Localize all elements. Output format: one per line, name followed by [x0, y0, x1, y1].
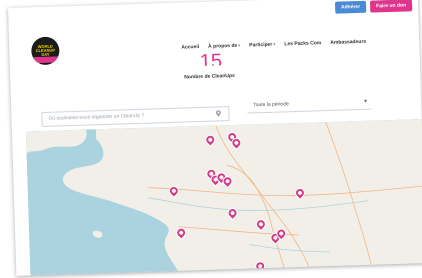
site-logo[interactable]: WORLD CLEANUP DAY: [30, 36, 60, 66]
cleanup-count-label: Nombre de CleanUps: [184, 72, 235, 81]
donate-button[interactable]: Faire un don: [369, 0, 413, 13]
nav-item-accueil[interactable]: Accueil: [181, 44, 199, 51]
nav-label: Les Packs Com: [284, 40, 322, 48]
nav-label: Ambassadeurs: [330, 38, 367, 46]
chevron-down-icon: ▾: [364, 98, 368, 105]
location-search-input[interactable]: Où souhaitez-vous organiser un CleanUp ?: [41, 106, 230, 127]
map-tiles: [25, 118, 422, 275]
nav-item-ambassadeurs[interactable]: Ambassadeurs: [330, 39, 366, 46]
adherer-button[interactable]: Adhérer: [334, 0, 367, 14]
logo-stripe: [31, 56, 60, 64]
chevron-down-icon: ▾: [238, 42, 241, 48]
top-bar: Adhérer Faire un don: [8, 0, 418, 22]
period-filter-value: Toute la période: [253, 101, 289, 109]
nav-item-participer[interactable]: Participer▾: [249, 42, 275, 49]
period-filter-select[interactable]: Toute la période ▾: [246, 95, 372, 114]
cleanup-count: 15: [199, 51, 223, 67]
main-nav: Accueil À propos de▾ Participer▾ Les Pac…: [181, 39, 366, 51]
nav-item-packs-com[interactable]: Les Packs Com: [284, 40, 321, 47]
nav-label: Accueil: [181, 44, 200, 51]
logo-text: WORLD CLEANUP DAY: [35, 43, 56, 57]
website-page: Adhérer Faire un don WORLD CLEANUP DAY A…: [8, 0, 422, 276]
search-placeholder: Où souhaitez-vous organiser un CleanUp ?: [48, 112, 145, 122]
nav-item-a-propos[interactable]: À propos de▾: [208, 43, 240, 50]
cleanup-map[interactable]: [25, 118, 422, 276]
location-pin-icon[interactable]: [214, 109, 222, 117]
island: [92, 230, 103, 238]
chevron-down-icon: ▾: [273, 41, 276, 47]
coastal-land: [25, 129, 87, 154]
nav-label: À propos de: [208, 42, 238, 50]
nav-label: Participer: [249, 41, 273, 49]
